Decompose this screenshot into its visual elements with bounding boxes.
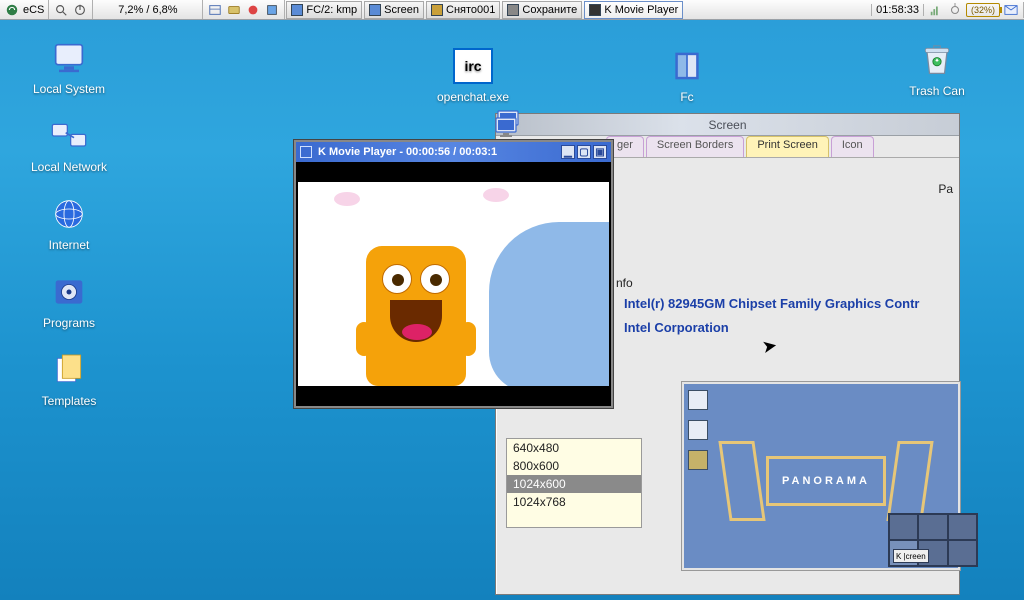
info-label: nfo bbox=[616, 276, 633, 290]
ecs-logo-icon bbox=[4, 2, 20, 18]
window-title[interactable]: Screen bbox=[496, 114, 959, 136]
clock: 01:58:33 bbox=[876, 4, 919, 16]
window-movie-player[interactable]: K Movie Player - 00:00:56 / 00:03:1 ▁ ▢ … bbox=[294, 140, 613, 408]
tab-icon[interactable]: Icon bbox=[831, 136, 874, 157]
icon-label: Fc bbox=[642, 90, 732, 104]
icon-label: Local Network bbox=[24, 160, 114, 174]
signal-icon[interactable] bbox=[928, 2, 944, 18]
icon-label: Internet bbox=[24, 238, 114, 252]
taskbar-item-save[interactable]: Сохраните bbox=[502, 1, 582, 19]
maximize-button[interactable]: ▢ bbox=[577, 145, 591, 159]
programs-icon bbox=[49, 272, 89, 312]
workspace-pager[interactable]: K |creen bbox=[888, 513, 978, 567]
mini-icon bbox=[688, 420, 708, 440]
taskbar-item-screen[interactable]: Screen bbox=[364, 1, 424, 19]
icon-label: Programs bbox=[24, 316, 114, 330]
tab-screen-borders[interactable]: Screen Borders bbox=[646, 136, 744, 157]
resolution-option[interactable]: 800x600 bbox=[507, 457, 641, 475]
desktop-icon-templates[interactable]: Templates bbox=[24, 350, 114, 408]
minimize-button[interactable]: ▁ bbox=[561, 145, 575, 159]
desktop-icon-fc[interactable]: Fc bbox=[642, 46, 732, 104]
filemanager-icon bbox=[667, 46, 707, 86]
search-icon[interactable] bbox=[53, 2, 69, 18]
computer-icon bbox=[49, 38, 89, 78]
icon-label: Local System bbox=[24, 82, 114, 96]
mini-icon bbox=[688, 390, 708, 410]
network-icon bbox=[49, 116, 89, 156]
graphics-vendor: Intel Corporation bbox=[624, 320, 729, 335]
power-icon[interactable] bbox=[72, 2, 88, 18]
taskbar-item-screenshot[interactable]: Снято001 bbox=[426, 1, 500, 19]
character-blue bbox=[489, 222, 609, 386]
icon-label: openchat.exe bbox=[428, 90, 518, 104]
app-icon bbox=[507, 4, 519, 16]
monitor-icon bbox=[494, 115, 518, 139]
app-icon bbox=[589, 4, 601, 16]
taskbar-item-fc[interactable]: FC/2: kmp bbox=[286, 1, 362, 19]
resolution-option[interactable]: 640x480 bbox=[507, 439, 641, 457]
cpu-meter: 7,2% / 6,8% bbox=[118, 4, 177, 16]
tray-icon[interactable] bbox=[226, 2, 242, 18]
tray-icon[interactable] bbox=[245, 2, 261, 18]
battery-indicator[interactable]: (32%) bbox=[966, 3, 1000, 17]
resolution-list[interactable]: 640x480 800x600 1024x600 1024x768 bbox=[506, 438, 642, 528]
app-icon bbox=[369, 4, 381, 16]
desktop-icon-local-network[interactable]: Local Network bbox=[24, 116, 114, 174]
tab-print-screen[interactable]: Print Screen bbox=[746, 136, 829, 157]
taskbar-item-player[interactable]: K Movie Player bbox=[584, 1, 683, 19]
mail-icon[interactable] bbox=[1003, 2, 1019, 18]
desktop-icon-programs[interactable]: Programs bbox=[24, 272, 114, 330]
irc-icon: irc bbox=[453, 46, 493, 86]
desktop-icon-openchat[interactable]: irc openchat.exe bbox=[428, 46, 518, 104]
resolution-option[interactable]: 1024x768 bbox=[507, 493, 641, 511]
plug-icon[interactable] bbox=[947, 2, 963, 18]
app-icon bbox=[431, 4, 443, 16]
start-area[interactable]: eCS bbox=[0, 0, 49, 19]
pager-window-thumb[interactable]: K |creen bbox=[893, 549, 929, 563]
video-area[interactable] bbox=[298, 164, 609, 404]
icon-label: Trash Can bbox=[892, 84, 982, 98]
character-orange bbox=[366, 246, 466, 386]
window-menu-icon[interactable] bbox=[300, 146, 312, 158]
templates-icon bbox=[49, 350, 89, 390]
tray-icon[interactable] bbox=[207, 2, 223, 18]
graphics-chipset: Intel(r) 82945GM Chipset Family Graphics… bbox=[624, 296, 919, 311]
mini-icon bbox=[688, 450, 708, 470]
resolution-option-selected[interactable]: 1024x600 bbox=[507, 475, 641, 493]
taskbar: eCS 7,2% / 6,8% FC/2: kmp Screen Снято00… bbox=[0, 0, 1024, 20]
tray-icon[interactable] bbox=[264, 2, 280, 18]
desktop-icon-internet[interactable]: Internet bbox=[24, 194, 114, 252]
trash-icon bbox=[917, 40, 957, 80]
truncated-label: Pa bbox=[938, 182, 953, 196]
window-title: K Movie Player - 00:00:56 / 00:03:1 bbox=[318, 146, 497, 158]
os-label: eCS bbox=[23, 4, 44, 16]
globe-icon bbox=[49, 194, 89, 234]
desktop-icon-local-system[interactable]: Local System bbox=[24, 38, 114, 96]
close-button[interactable]: ▣ bbox=[593, 145, 607, 159]
player-titlebar[interactable]: K Movie Player - 00:00:56 / 00:03:1 ▁ ▢ … bbox=[296, 142, 611, 162]
video-frame bbox=[298, 182, 609, 386]
desktop-icon-trash[interactable]: Trash Can bbox=[892, 40, 982, 98]
app-icon bbox=[291, 4, 303, 16]
icon-label: Templates bbox=[24, 394, 114, 408]
